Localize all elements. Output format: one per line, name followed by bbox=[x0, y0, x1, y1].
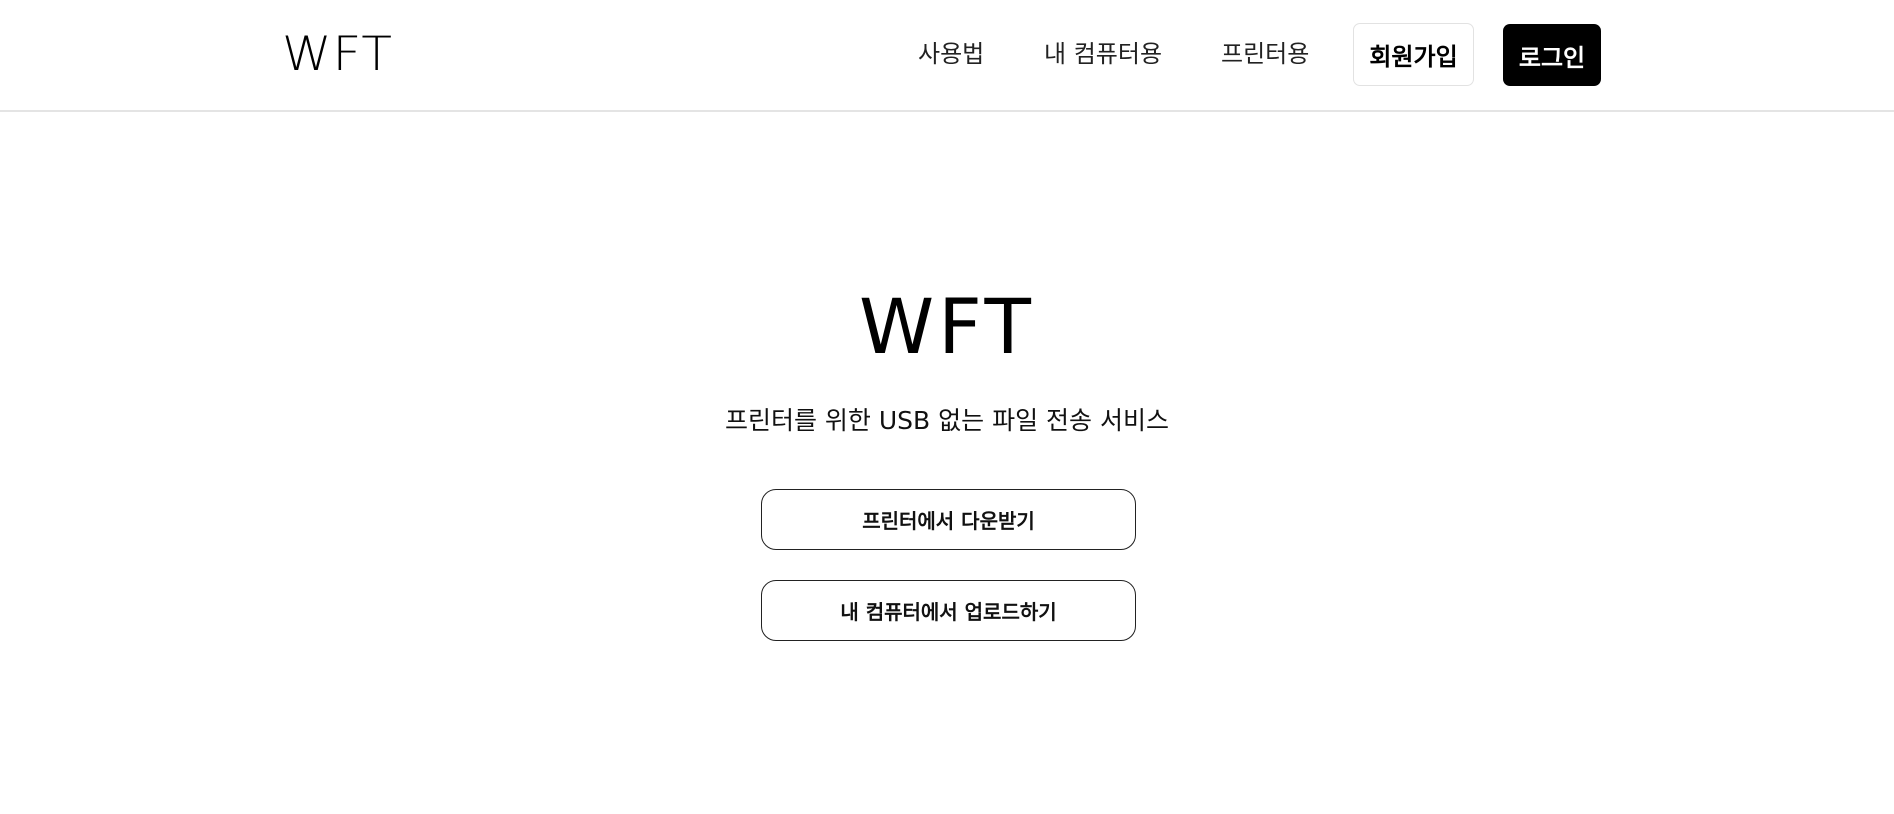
header-logo[interactable]: WFT bbox=[282, 26, 393, 83]
upload-from-computer-button[interactable]: 내 컴퓨터에서 업로드하기 bbox=[761, 580, 1136, 641]
top-header: WFT 사용법 내 컴퓨터용 프린터용 회원가입 로그인 bbox=[0, 0, 1894, 112]
signup-button[interactable]: 회원가입 bbox=[1353, 23, 1474, 86]
nav-link-my-computer[interactable]: 내 컴퓨터용 bbox=[1044, 38, 1162, 70]
nav-link-how-to[interactable]: 사용법 bbox=[918, 38, 984, 70]
login-button[interactable]: 로그인 bbox=[1503, 24, 1601, 86]
hero-title: WFT bbox=[859, 282, 1035, 371]
hero-subtitle: 프린터를 위한 USB 없는 파일 전송 서비스 bbox=[724, 406, 1169, 435]
download-from-printer-button[interactable]: 프린터에서 다운받기 bbox=[761, 489, 1136, 550]
nav-link-printer[interactable]: 프린터용 bbox=[1221, 38, 1309, 70]
